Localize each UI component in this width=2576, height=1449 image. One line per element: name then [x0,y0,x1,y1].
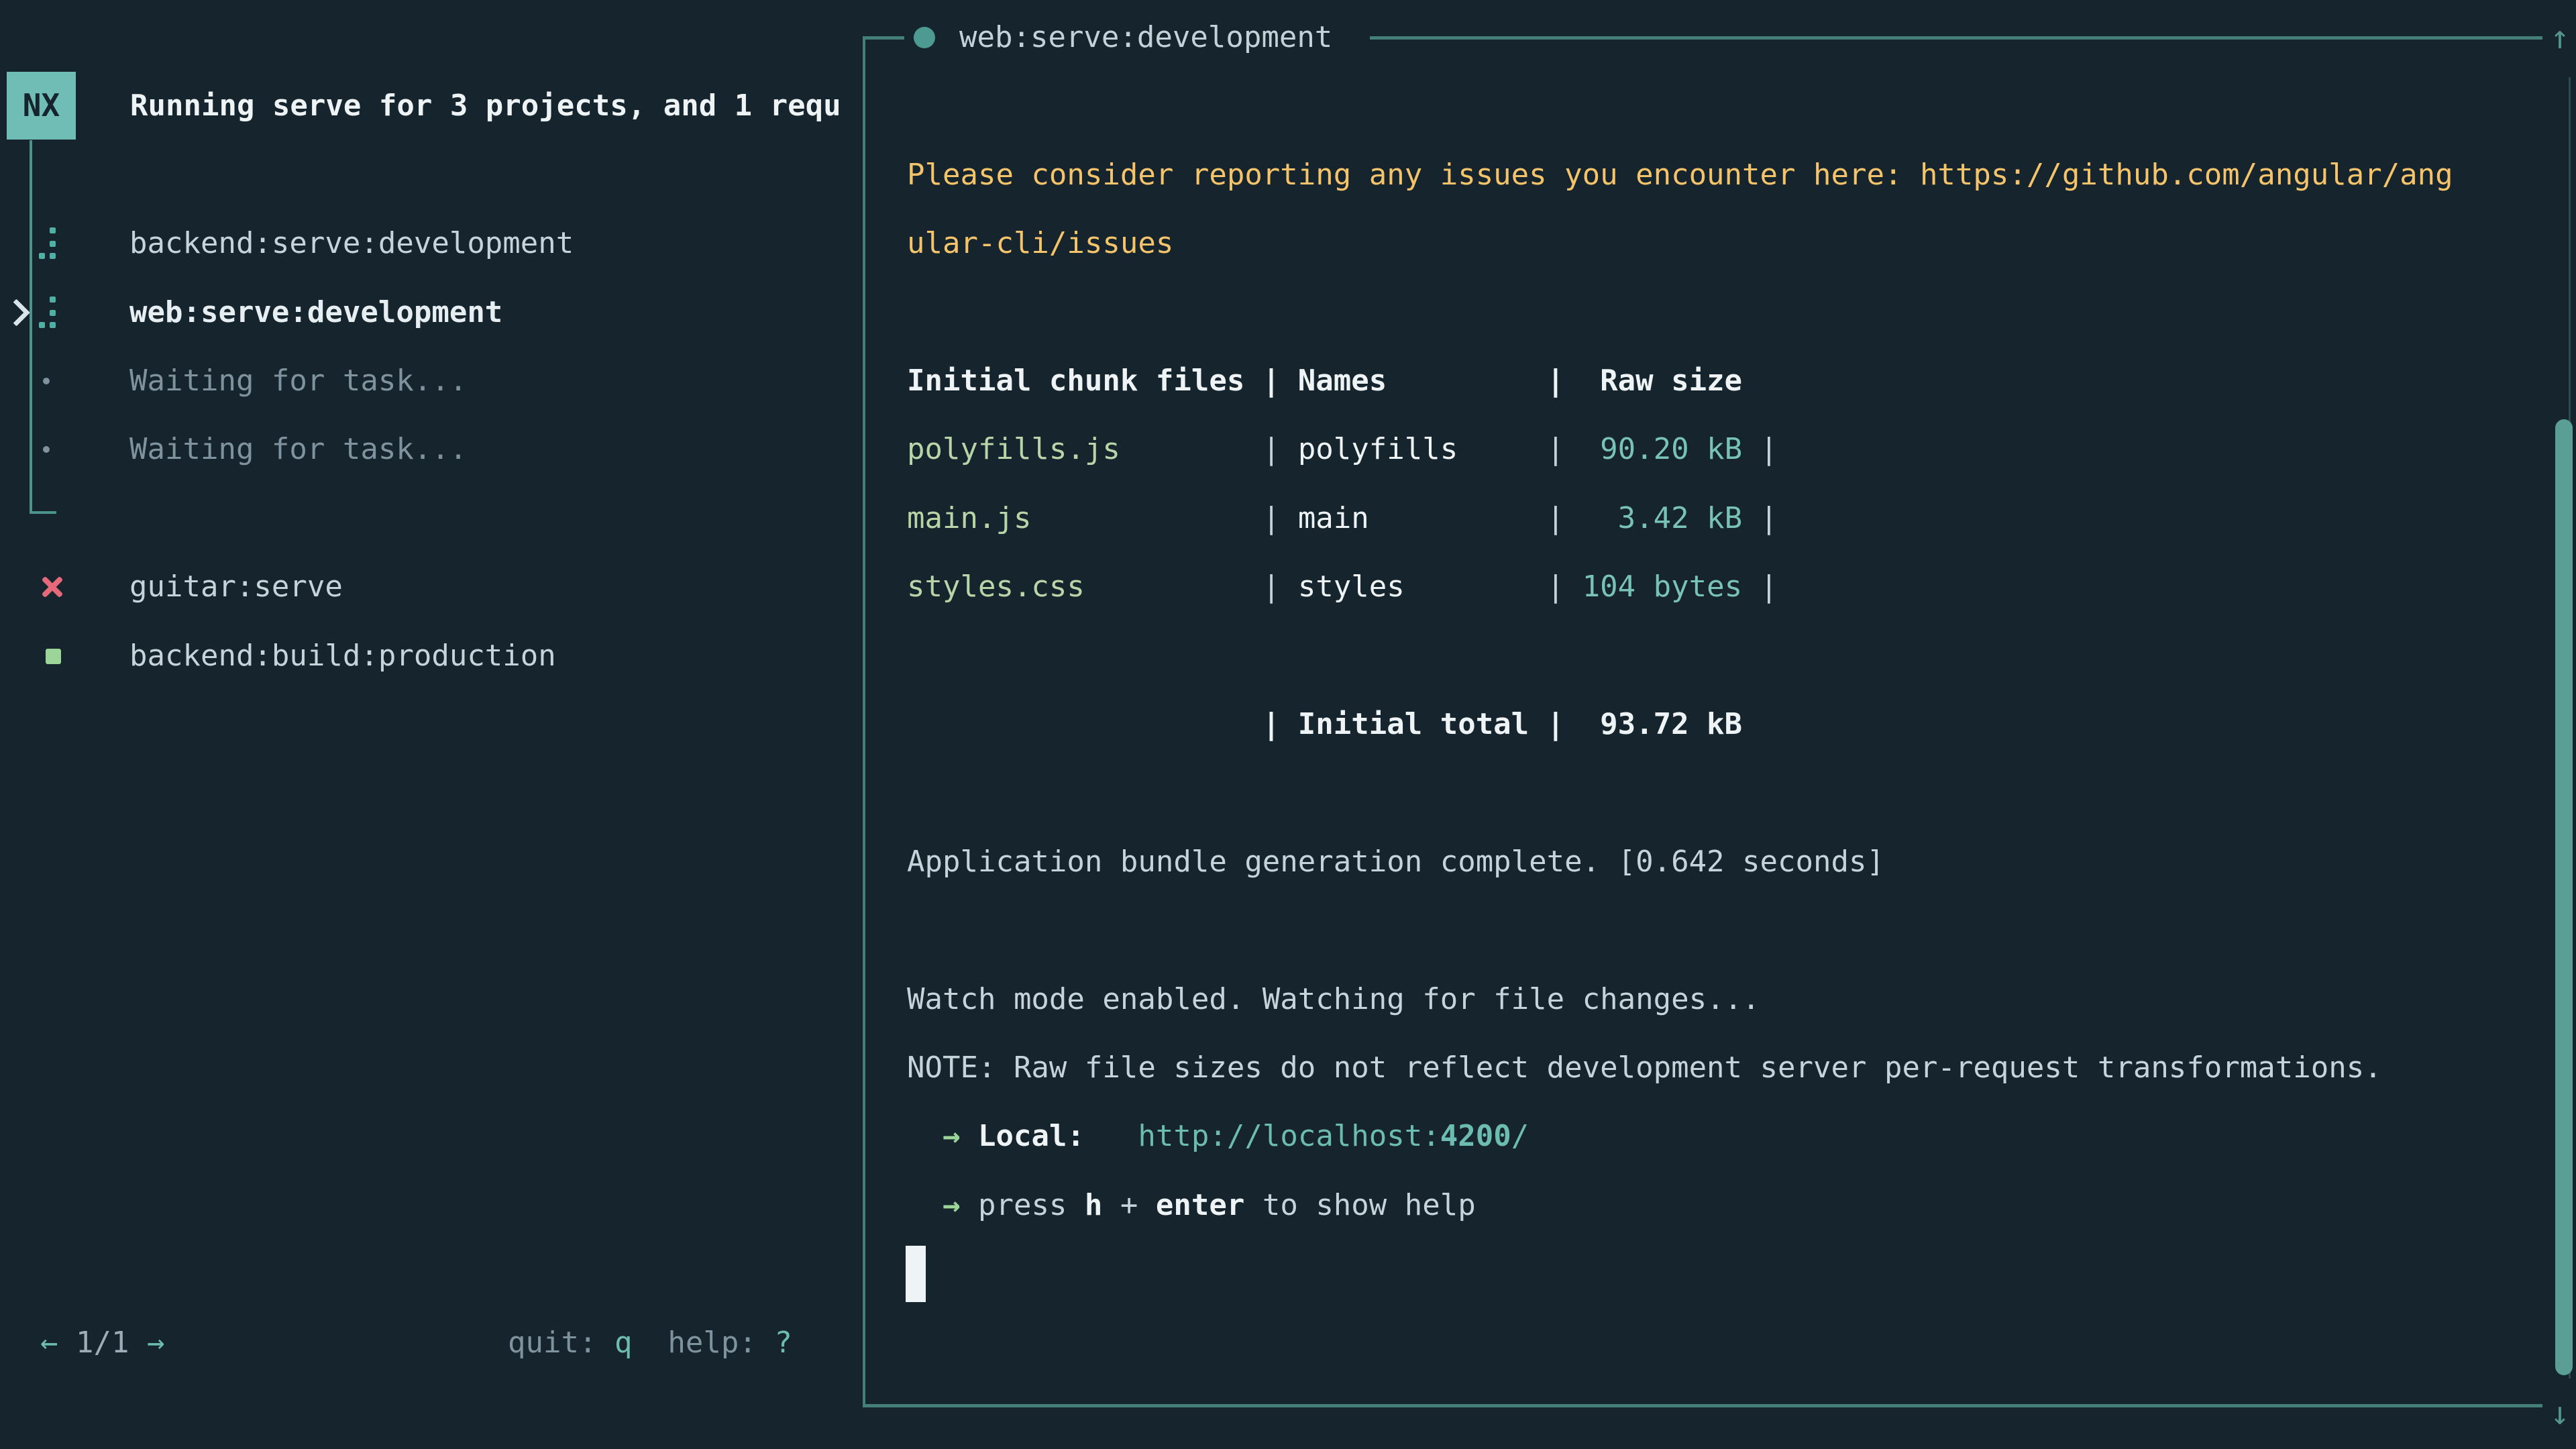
text-segment: | [1529,501,1582,535]
task-item[interactable]: backend:serve:development [0,213,863,274]
success-square-icon [46,649,61,664]
text-segment: enter [1156,1188,1244,1222]
text-segment: Application bundle generation complete. … [907,845,1884,879]
pagination[interactable]: ← 1/1 → [40,1313,164,1373]
text-segment: h [1085,1188,1103,1222]
text-segment: | [1529,432,1582,466]
text-segment: | [1244,570,1297,604]
task-sidebar: NX Running serve for 3 projects, and 1 r… [0,0,863,1449]
text-segment [907,1119,943,1153]
text-segment: 3.42 kB [1582,501,1742,535]
task-item[interactable]: guitar:serve [0,557,863,617]
text-segment: Local: [978,1119,1085,1153]
terminal-line: Please consider reporting any issues you… [907,145,2453,205]
text-segment: | Initial total | 93.72 kB [907,707,1742,741]
text-segment: | [1529,570,1582,604]
text-segment: NOTE: Raw file sizes do not reflect deve… [907,1051,2382,1085]
error-x-icon [40,575,64,599]
local-url-link[interactable]: http://localhost: [1138,1119,1440,1153]
task-item[interactable]: Waiting for task... [0,419,863,480]
text-segment: 104 bytes [1582,570,1742,604]
terminal-line: NOTE: Raw file sizes do not reflect deve… [907,1038,2382,1098]
terminal-line: Application bundle generation complete. … [907,832,1884,892]
terminal-cursor [906,1246,926,1302]
terminal-line: → press h + enter to show help [907,1175,1476,1236]
task-item[interactable]: web:serve:development [0,282,863,343]
terminal-line: main.js | main | 3.42 kB | [907,488,1778,549]
scrollbar-thumb[interactable] [2555,419,2573,1375]
text-segment: press [960,1188,1084,1222]
text-segment: to show help [1244,1188,1475,1222]
waiting-dot-icon [43,446,50,453]
text-segment [960,1119,978,1153]
panel-border-top-stub [863,36,904,40]
terminal-line: | Initial total | 93.72 kB [907,694,1742,755]
terminal-line: Initial chunk files | Names | Raw size [907,351,1742,411]
text-segment: styles.css [907,570,1244,604]
text-segment: → [943,1188,961,1222]
spinner-icon [39,227,56,260]
text-segment: q [614,1326,633,1360]
terminal-line: Watch mode enabled. Watching for file ch… [907,969,1760,1030]
terminal-line: → Local: http://localhost:4200/ [907,1106,1529,1167]
local-url-link[interactable]: 4200 [1440,1119,1511,1153]
nx-logo: NX [7,72,76,140]
text-segment: | [1244,501,1297,535]
text-segment: | [1742,432,1778,466]
nx-tui-window: NX Running serve for 3 projects, and 1 r… [0,0,2576,1449]
text-segment: polyfills [1298,432,1529,466]
text-segment: ular-cli/issues [907,226,1173,260]
task-label: web:serve:development [129,282,502,343]
panel-border-bottom [863,1404,2542,1407]
selected-task-chevron-icon [3,299,30,326]
text-segment: | [1742,501,1778,535]
text-segment: 1/1 [58,1326,147,1360]
task-item[interactable]: backend:build:production [0,626,863,686]
text-segment: | [1244,432,1297,466]
scroll-down-arrow-icon[interactable]: ↓ [2544,1383,2576,1444]
scroll-up-arrow-icon[interactable]: ↑ [2544,7,2576,68]
text-segment: → [943,1119,961,1153]
waiting-dot-icon [43,378,50,384]
text-segment: 90.20 kB [1582,432,1742,466]
task-label: guitar:serve [129,557,343,617]
text-segment: → [147,1326,165,1360]
text-segment: main [1298,501,1529,535]
keyboard-shortcuts: quit: q help: ? [508,1313,792,1373]
task-label: Waiting for task... [129,351,467,411]
text-segment: + [1102,1188,1155,1222]
task-label: Waiting for task... [129,419,467,480]
local-url-link[interactable]: / [1511,1119,1529,1153]
sidebar-header: Running serve for 3 projects, and 1 requ [130,76,841,136]
terminal-line: styles.css | styles | 104 bytes | [907,557,1778,617]
terminal-output: Please consider reporting any issues you… [907,0,2544,1404]
terminal-line: polyfills.js | polyfills | 90.20 kB | [907,419,1778,480]
text-segment: ← [40,1326,58,1360]
terminal-line: ular-cli/issues [907,213,1173,274]
text-segment: quit: [508,1326,614,1360]
text-segment [1085,1119,1138,1153]
text-segment: main.js [907,501,1244,535]
task-item[interactable]: Waiting for task... [0,351,863,411]
text-segment: styles [1298,570,1529,604]
text-segment: Please consider reporting any issues you… [907,158,2453,192]
task-group-indent-corner [30,511,56,514]
text-segment: Watch mode enabled. Watching for file ch… [907,982,1760,1016]
text-segment: | [1742,570,1778,604]
task-label: backend:build:production [129,626,556,686]
task-label: backend:serve:development [129,213,574,274]
text-segment: ? [774,1326,792,1360]
text-segment: help: [632,1326,774,1360]
text-segment: Initial chunk files | Names | Raw size [907,364,1742,398]
text-segment: polyfills.js [907,432,1244,466]
panel-border-left [863,36,865,1405]
text-segment [907,1188,943,1222]
spinner-icon [39,296,56,329]
